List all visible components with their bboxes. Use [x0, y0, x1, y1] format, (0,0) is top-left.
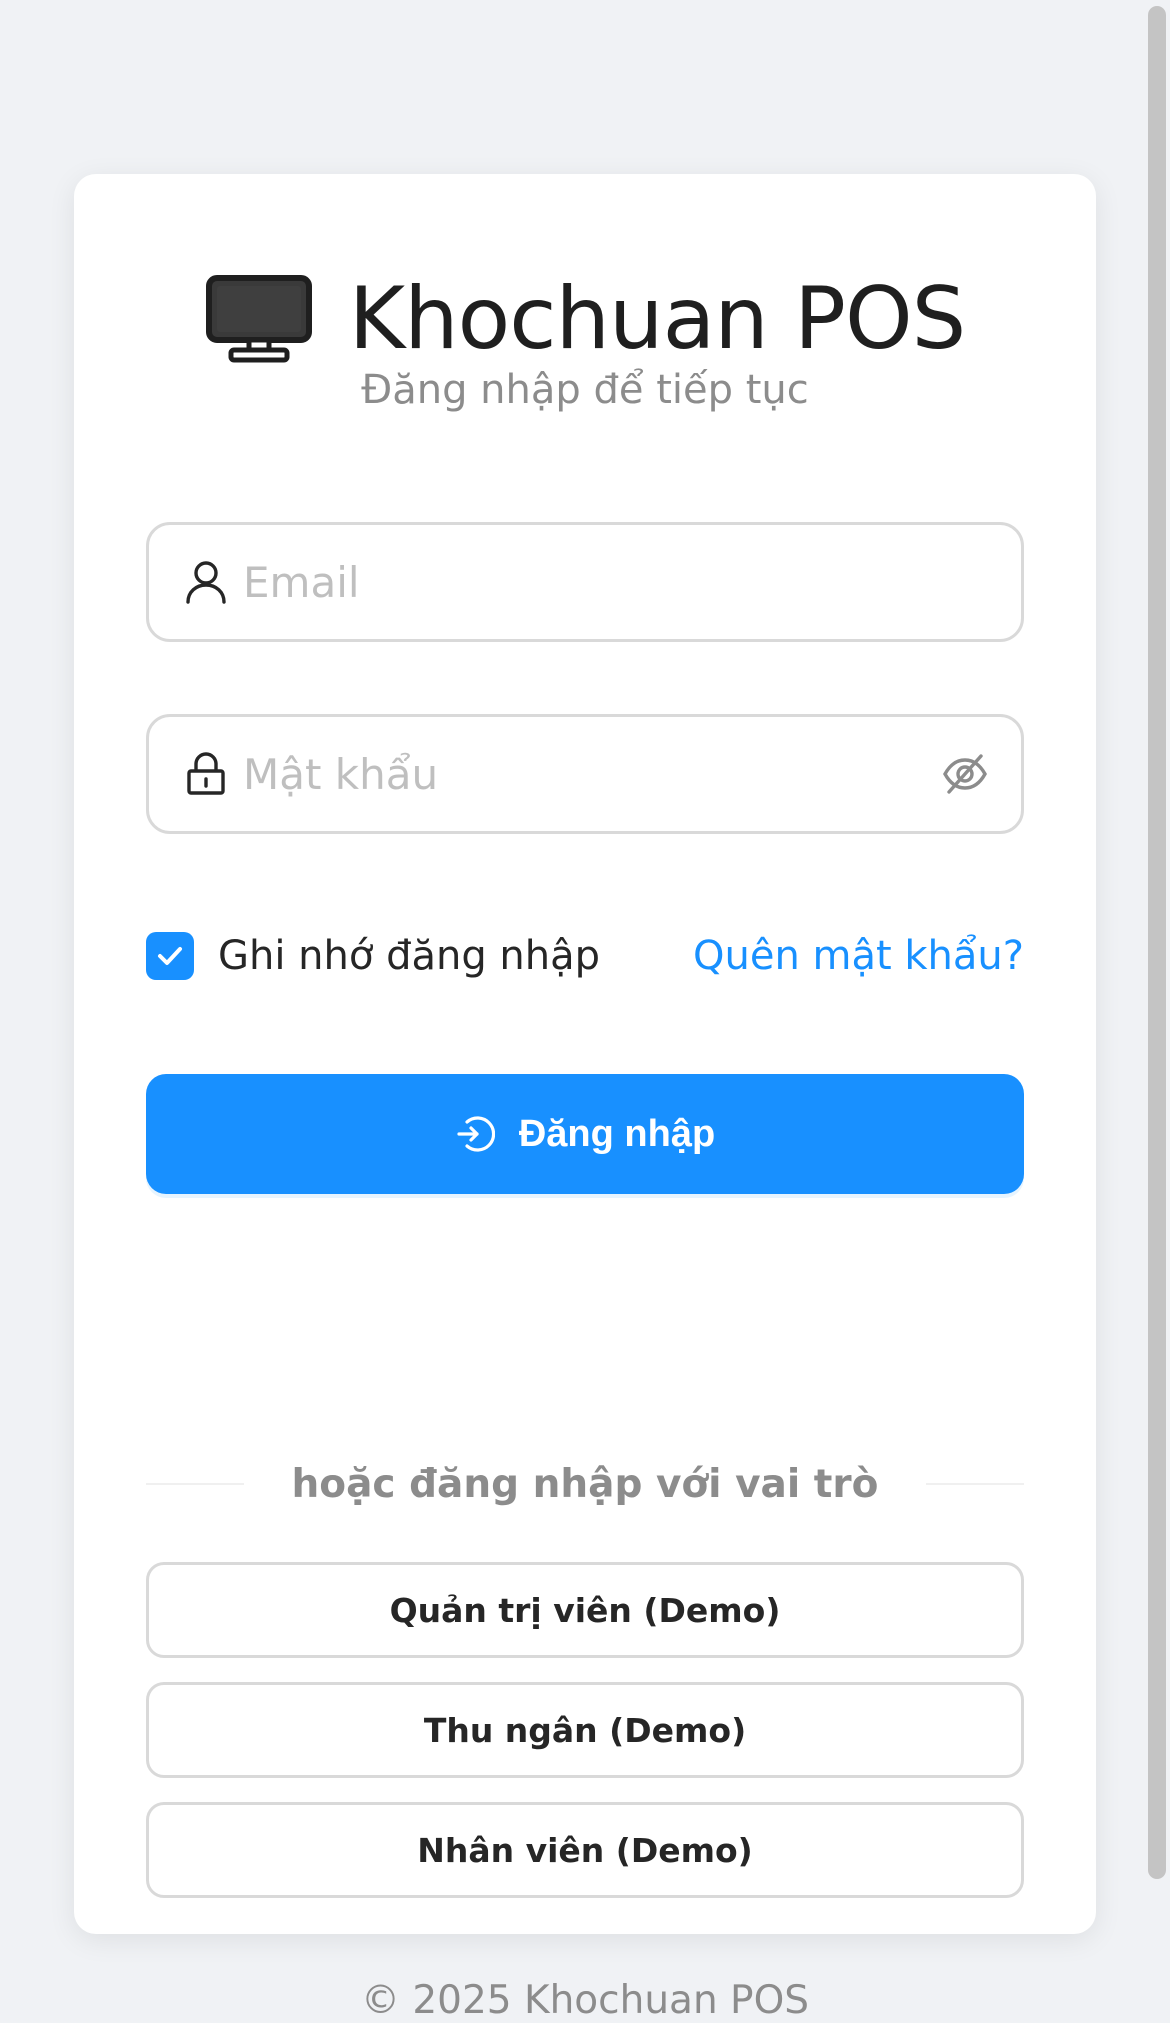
password-input[interactable] — [243, 749, 941, 799]
check-icon — [158, 947, 182, 965]
scrollbar-thumb[interactable] — [1148, 6, 1166, 1879]
checkbox-checked[interactable] — [146, 932, 194, 980]
lock-icon — [187, 752, 225, 795]
role-divider: hoặc đăng nhập với vai trò — [146, 1454, 1024, 1514]
password-field[interactable] — [146, 714, 1024, 834]
email-field[interactable] — [146, 522, 1024, 642]
login-card: Khochuan POS Đăng nhập để tiếp tục Ghi n… — [74, 174, 1096, 2023]
user-icon — [186, 561, 226, 604]
login-subtitle: Đăng nhập để tiếp tục — [361, 367, 809, 413]
demo-admin-button[interactable]: Quản trị viên (Demo) — [146, 1562, 1024, 1658]
login-button[interactable]: Đăng nhập — [146, 1074, 1024, 1194]
demo-staff-button[interactable]: Nhân viên (Demo) — [146, 1802, 1024, 1898]
forgot-password-link[interactable]: Quên mật khẩu? — [693, 928, 1024, 984]
login-button-label: Đăng nhập — [518, 1112, 716, 1155]
login-icon — [457, 1116, 495, 1152]
page-scrollbar[interactable] — [1146, 0, 1170, 1992]
footer-copyright: © 2025 Khochuan POS — [360, 1978, 810, 2023]
email-input[interactable] — [243, 557, 1021, 607]
demo-cashier-button[interactable]: Thu ngân (Demo) — [146, 1682, 1024, 1778]
brand-header: Khochuan POS — [74, 264, 1096, 374]
remember-me-label: Ghi nhớ đăng nhập — [218, 933, 601, 979]
remember-me-checkbox[interactable]: Ghi nhớ đăng nhập — [146, 928, 600, 984]
divider-line-right — [926, 1483, 1024, 1485]
divider-text: hoặc đăng nhập với vai trò — [291, 1461, 879, 1507]
divider-line-left — [146, 1483, 244, 1485]
app-title: Khochuan POS — [348, 269, 966, 369]
monitor-icon — [205, 275, 312, 363]
eye-off-icon[interactable] — [941, 750, 989, 798]
